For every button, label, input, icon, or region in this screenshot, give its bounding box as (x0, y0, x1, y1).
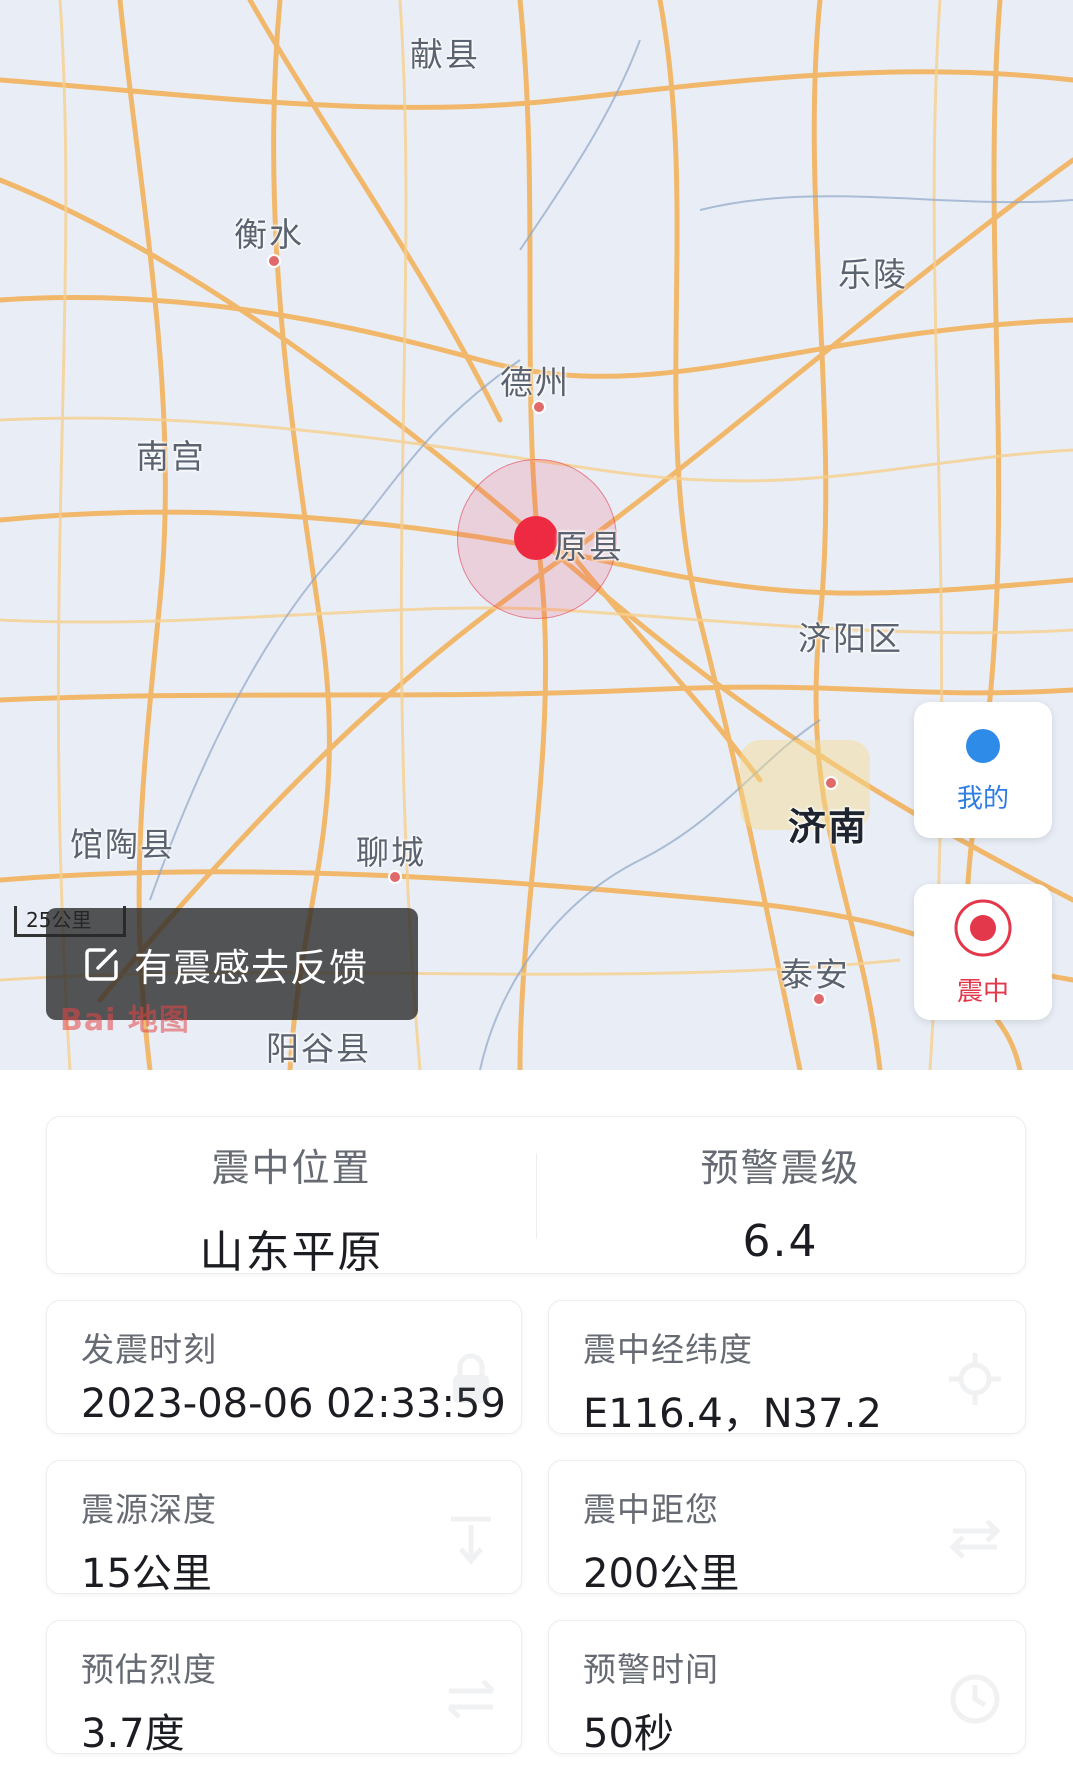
magnitude-label: 预警震级 (700, 1146, 861, 1190)
crosshair-icon (949, 1353, 1001, 1405)
city-label-xianxian: 献县 (410, 35, 480, 74)
magnitude-block: 预警震级 6.4 (536, 1117, 1025, 1273)
locate-epicenter-button[interactable]: 震中 (914, 884, 1052, 1020)
locate-me-button[interactable]: 我的 (914, 702, 1052, 838)
city-label-yanggu: 阳谷县 (266, 1029, 371, 1068)
city-label-liaocheng: 聊城 (356, 833, 426, 872)
locate-me-label: 我的 (956, 783, 1009, 814)
distance-icon (949, 1519, 1001, 1559)
epicenter-location-label: 震中位置 (211, 1146, 372, 1190)
depth-label: 震源深度 (81, 1490, 217, 1529)
city-label-hengshui: 衡水 (234, 215, 304, 254)
my-location-icon (966, 728, 1000, 763)
stat-card-warning-time: 预警时间 50秒 (548, 1620, 1026, 1757)
summary-card: 震中位置 山东平原 预警震级 6.4 (46, 1116, 1026, 1278)
stat-card-distance: 震中距您 200公里 (548, 1460, 1026, 1597)
city-dot (267, 254, 281, 268)
stat-card-coordinates: 震中经纬度 E116.4，N37.2 (548, 1300, 1026, 1437)
epicenter-location-block: 震中位置 山东平原 (47, 1117, 536, 1278)
epicenter-target-icon (954, 899, 1012, 956)
edit-icon (85, 948, 118, 981)
city-label-dezhou: 德州 (500, 363, 570, 402)
city-label-guantao: 馆陶县 (70, 825, 175, 864)
distance-value: 200公里 (583, 1551, 740, 1597)
magnitude-value: 6.4 (742, 1216, 819, 1267)
stat-card-origin-time: 发震时刻 2023-08-06 02:33:59 (46, 1300, 522, 1434)
stat-card-intensity: 预估烈度 3.7度 (46, 1620, 522, 1757)
epicenter-marker[interactable] (514, 516, 558, 560)
intensity-icon (447, 1679, 495, 1719)
city-label-leling: 乐陵 (838, 255, 908, 294)
city-label-nangong: 南宫 (136, 437, 206, 476)
distance-label: 震中距您 (583, 1490, 719, 1529)
city-label-pingyuan: 原县 (554, 527, 624, 566)
depth-arrow-icon (451, 1516, 491, 1565)
coordinates-label: 震中经纬度 (583, 1330, 753, 1369)
origin-time-label: 发震时刻 (81, 1330, 217, 1369)
stat-card-depth: 震源深度 15公里 (46, 1460, 522, 1597)
city-label-taian: 泰安 (780, 955, 850, 994)
intensity-label: 预估烈度 (81, 1650, 217, 1689)
city-dot (532, 400, 546, 414)
map-view[interactable]: 献县 衡水 乐陵 德州 南宫 原县 济阳区 济南 馆陶县 聊城 泰安 阳谷县 2… (0, 0, 1073, 1070)
city-dot (824, 776, 838, 790)
city-label-jiyang: 济阳区 (798, 619, 903, 658)
timer-icon (950, 1674, 1000, 1724)
coordinates-value: E116.4，N37.2 (583, 1391, 882, 1437)
epicenter-location-value: 山东平原 (199, 1227, 384, 1278)
clock-lock-icon (453, 1353, 489, 1403)
baidu-map-logo: Bai 地图 (60, 1003, 190, 1038)
depth-value: 15公里 (81, 1551, 212, 1597)
city-dot (812, 992, 826, 1006)
locate-epicenter-label: 震中 (956, 976, 1009, 1007)
warning-time-label: 预警时间 (583, 1650, 719, 1689)
warning-time-value: 50秒 (583, 1711, 674, 1757)
city-dot (388, 870, 402, 884)
intensity-value: 3.7度 (81, 1711, 185, 1757)
feedback-label: 有震感去反馈 (134, 945, 369, 990)
city-label-jinan: 济南 (788, 805, 869, 849)
